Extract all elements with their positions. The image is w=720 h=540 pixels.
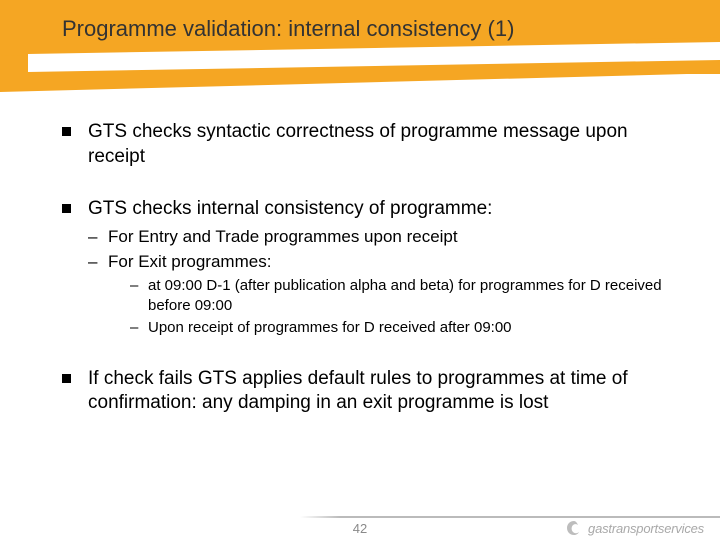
footer-divider: [300, 516, 720, 518]
bullet-2-1-text: For Entry and Trade programmes upon rece…: [108, 227, 458, 246]
bullet-2-2-1-text: at 09:00 D-1 (after publication alpha an…: [148, 277, 662, 314]
bullet-1-text: GTS checks syntactic correctness of prog…: [88, 121, 628, 167]
bullet-3-text: If check fails GTS applies default rules…: [88, 368, 628, 414]
bullet-3: If check fails GTS applies default rules…: [62, 367, 680, 416]
page-number: 42: [353, 521, 367, 536]
bullet-2-text: GTS checks internal consistency of progr…: [88, 198, 492, 219]
bullet-2-2-1: at 09:00 D-1 (after publication alpha an…: [130, 276, 680, 317]
bullet-1: GTS checks syntactic correctness of prog…: [62, 120, 680, 169]
brand-swirl-icon: [566, 520, 582, 536]
bullet-2: GTS checks internal consistency of progr…: [62, 197, 680, 338]
bullet-2-2: For Exit programmes: at 09:00 D-1 (after…: [88, 251, 680, 339]
brand-text: gastransportservices: [588, 521, 704, 536]
brand: gastransportservices: [566, 520, 704, 536]
bullet-2-2-text: For Exit programmes:: [108, 252, 271, 271]
bullet-2-1: For Entry and Trade programmes upon rece…: [88, 226, 680, 249]
bullet-2-2-2: Upon receipt of programmes for D receive…: [130, 318, 680, 338]
slide-title: Programme validation: internal consisten…: [62, 16, 514, 42]
bullet-2-2-2-text: Upon receipt of programmes for D receive…: [148, 319, 512, 336]
footer: 42 gastransportservices: [0, 510, 720, 540]
slide-content: GTS checks syntactic correctness of prog…: [62, 120, 680, 444]
